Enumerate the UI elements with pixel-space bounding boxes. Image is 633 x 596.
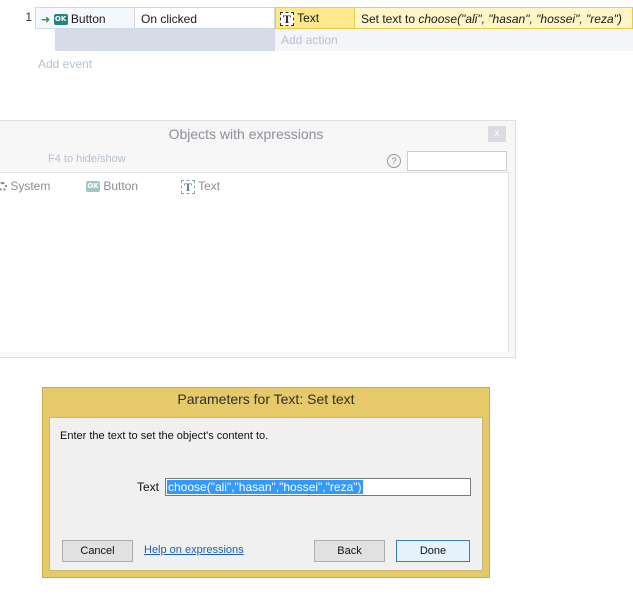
ok-button-icon: OK (86, 181, 100, 193)
objects-tree: System OK Button T Text (0, 172, 509, 352)
condition-object-cell[interactable]: ➜ OK Button (35, 7, 135, 29)
action-object-label: Text (297, 11, 320, 25)
event-indent-area (55, 29, 275, 51)
add-action-label: Add action (281, 33, 338, 47)
tree-item-button[interactable]: OK Button (86, 179, 138, 193)
text-param-value: choose("ali","hasan","hossei","reza") (167, 480, 363, 494)
text-param-input[interactable]: choose("ali","hasan","hossei","reza") (165, 478, 471, 496)
add-event-link[interactable]: Add event (38, 57, 92, 71)
tree-item-system[interactable]: System (0, 179, 50, 193)
tree-item-text[interactable]: T Text (181, 179, 220, 194)
gear-icon (0, 182, 7, 192)
action-object-cell[interactable]: T Text (275, 7, 355, 29)
action-cell[interactable]: Set text to choose("ali", "hasan", "hoss… (355, 7, 633, 29)
dialog-title: Parameters for Text: Set text (177, 391, 355, 407)
tree-item-label: Text (198, 179, 221, 193)
panel-search-input[interactable] (407, 151, 507, 171)
panel-title: Objects with expressions (168, 126, 324, 142)
event-number: 1 (25, 10, 32, 24)
action-expression: choose("ali", "hasan", "hossei", "reza") (418, 12, 622, 26)
help-on-expressions-link[interactable]: Help on expressions (144, 544, 244, 556)
text-t-icon: T (280, 11, 294, 26)
ok-button-icon: OK (53, 14, 68, 26)
add-action-button[interactable]: Add action (275, 29, 633, 51)
cancel-button[interactable]: Cancel (62, 540, 133, 562)
text-t-icon: T (181, 179, 195, 194)
back-button[interactable]: Back (314, 540, 385, 562)
condition-object-label: Button (70, 12, 106, 26)
done-button[interactable]: Done (396, 540, 470, 562)
tree-item-label: System (10, 179, 51, 193)
condition-cell[interactable]: On clicked (135, 7, 275, 29)
action-prefix: Set text to (361, 12, 419, 26)
dialog-description: Enter the text to set the object's conte… (60, 430, 269, 442)
condition-label: On clicked (141, 12, 198, 26)
tree-item-label: Button (103, 179, 139, 193)
help-icon[interactable]: ? (387, 154, 401, 168)
text-param-label: Text (137, 480, 160, 494)
panel-close-button[interactable]: x (488, 126, 506, 142)
trigger-arrow-icon: ➜ (41, 14, 51, 27)
panel-hint: F4 to hide/show (48, 153, 126, 165)
